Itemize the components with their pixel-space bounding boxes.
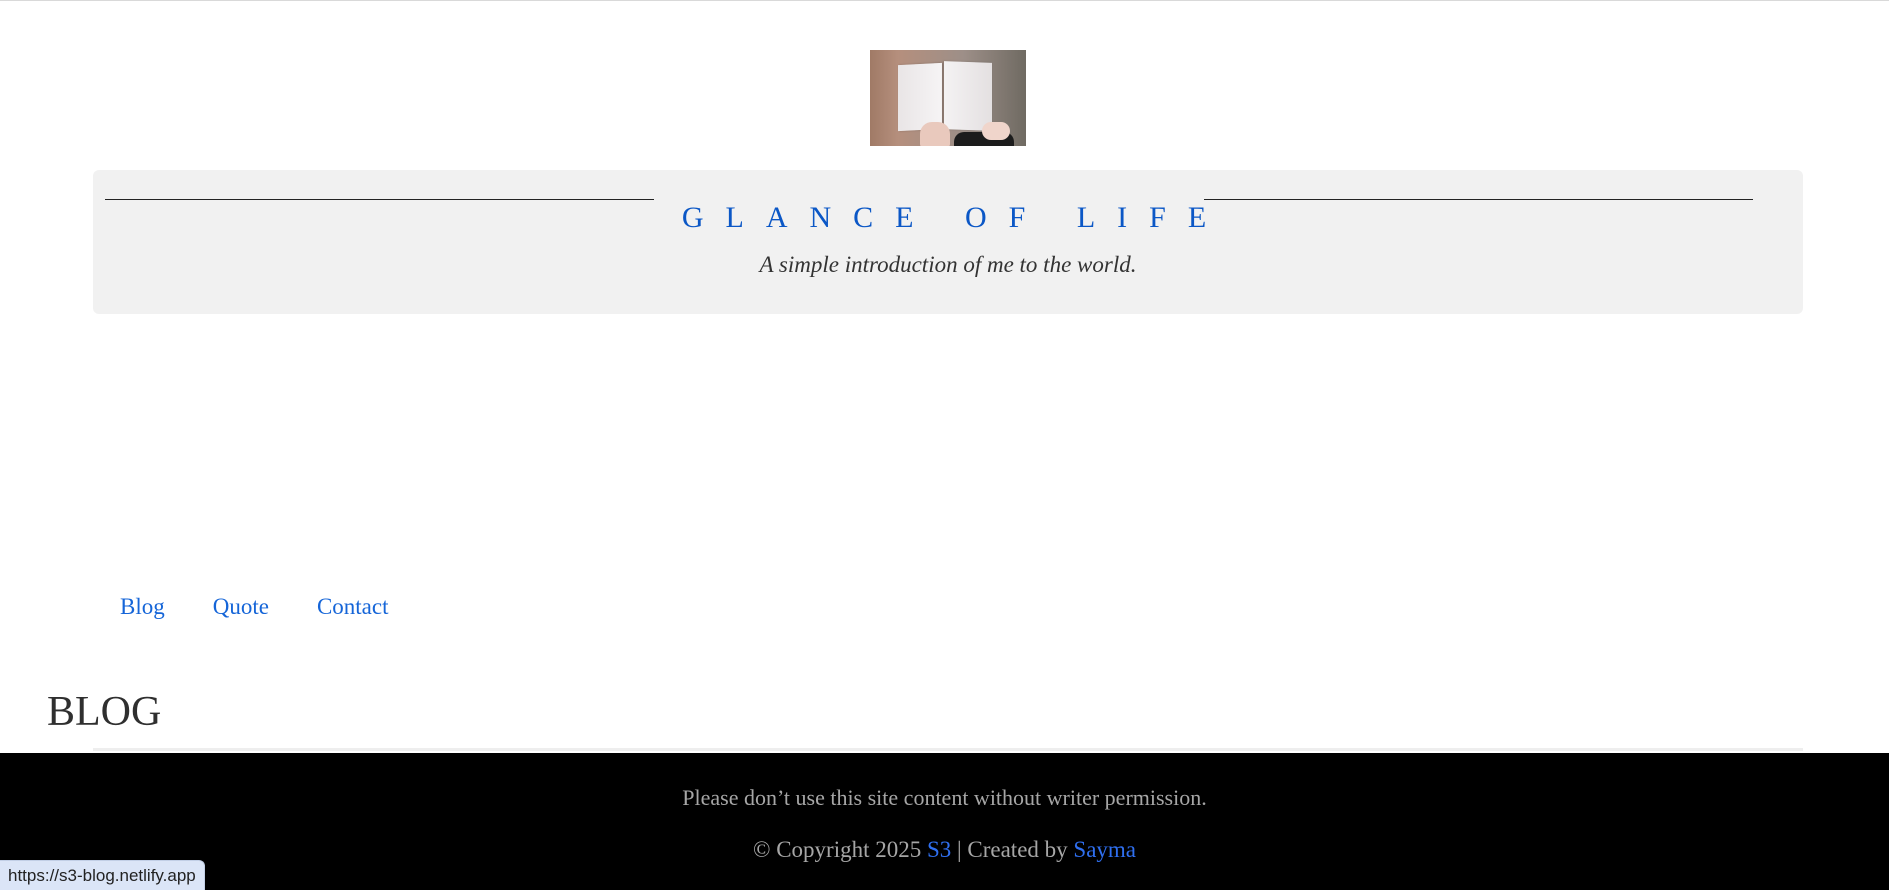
created-by-text: | Created by (957, 837, 1068, 862)
site-header: GLANCE OF LIFE A simple introduction of … (93, 170, 1803, 314)
blog-divider (93, 748, 1803, 751)
site-tagline: A simple introduction of me to the world… (759, 252, 1137, 277)
book-page-right (944, 61, 992, 131)
hand-left (920, 122, 950, 146)
author-link[interactable]: Sayma (1073, 837, 1136, 862)
site-title: GLANCE OF LIFE (681, 201, 1229, 234)
copyright-text: © Copyright 2025 (752, 837, 922, 862)
book-page-left (898, 62, 942, 132)
footer-notice: Please don’t use this site content witho… (682, 785, 1207, 810)
hand-right (982, 122, 1010, 140)
open-book-logo (870, 50, 1026, 146)
blog-section-heading: BLOG (47, 689, 162, 735)
nav-link-blog[interactable]: Blog (120, 592, 165, 622)
nav-link-contact[interactable]: Contact (317, 592, 389, 622)
main-nav: Blog Quote Contact (120, 592, 437, 622)
nav-link-quote[interactable]: Quote (213, 592, 269, 622)
site-footer: Please don’t use this site content witho… (0, 753, 1889, 890)
footer-copyright: © Copyright 2025 S3 | Created by Sayma (0, 835, 1889, 865)
brand-link[interactable]: S3 (927, 837, 951, 862)
top-border (0, 0, 1889, 1)
status-bar-url: https://s3-blog.netlify.app (0, 860, 205, 890)
